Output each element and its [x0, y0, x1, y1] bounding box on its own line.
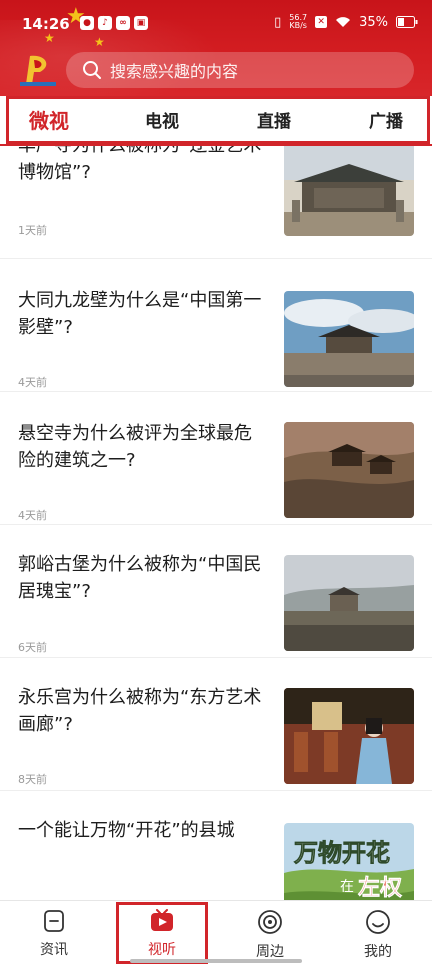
thumbnail-caption-2: 在	[340, 879, 354, 895]
hanging-temple-thumbnail[interactable]	[284, 422, 414, 518]
search-bar[interactable]: 搜索感兴趣的内容	[66, 52, 414, 88]
wifi-icon	[336, 17, 351, 27]
home-indicator[interactable]	[130, 959, 302, 963]
article-title[interactable]: 大同九龙壁为什么是“中国第一影壁”?	[18, 287, 266, 341]
article-title[interactable]: 华严寺为什么被称为“辽金艺术博物馆”?	[18, 146, 266, 186]
nearby-target-icon	[258, 910, 282, 934]
tab-live[interactable]: 直播	[257, 107, 291, 132]
article-title[interactable]: 悬空寺为什么被评为全球最危险的建筑之一?	[18, 420, 266, 474]
castle-thumbnail[interactable]	[284, 555, 414, 651]
net-speed-unit: KB/s	[289, 21, 307, 30]
article-time: 4天前	[18, 509, 47, 522]
thumbnail-caption-1: 万物开花	[294, 838, 390, 867]
smile-profile-icon	[366, 910, 390, 934]
nav-nearby[interactable]: 周边	[230, 909, 310, 961]
tab-radio[interactable]: 广播	[369, 107, 403, 132]
nav-label: 资讯	[40, 942, 68, 958]
vibrate-icon: ▯	[274, 14, 282, 30]
article-time: 8天前	[18, 773, 47, 786]
link-icon: ∞	[116, 16, 130, 30]
article-time: 4天前	[18, 376, 47, 389]
app-logo[interactable]	[16, 54, 60, 88]
tiktok-icon: ♪	[98, 16, 112, 30]
article-title[interactable]: 郭峪古堡为什么被称为“中国民居瑰宝”?	[18, 551, 266, 605]
article-title[interactable]: 永乐宫为什么被称为“东方艺术画廊”?	[18, 684, 266, 738]
nav-label: 我的	[364, 944, 392, 960]
list-item[interactable]: 一个能让万物“开花”的县城 万物开花 在 左权	[0, 791, 432, 900]
network-speed: 56.7 KB/s	[289, 14, 307, 30]
thumbnail-caption-3: 左权	[358, 875, 403, 900]
app-header: ★ ★ ★ ★ 14:26 ● ♪ ∞ ▣ ▯ 56.7 KB/s ✕ 35%	[0, 0, 432, 96]
search-placeholder: 搜索感兴趣的内容	[110, 62, 239, 81]
list-item[interactable]: 华严寺为什么被称为“辽金艺术博物馆”? 1天前	[0, 146, 432, 259]
battery-percent: 35%	[359, 14, 388, 30]
list-item[interactable]: 永乐宫为什么被称为“东方艺术画廊”? 8天前	[0, 658, 432, 791]
channel-tabs: 微视 电视 直播 广播	[6, 96, 430, 144]
status-right: ▯ 56.7 KB/s ✕ 35%	[274, 14, 418, 30]
no-sim-icon: ✕	[315, 16, 328, 28]
search-icon	[83, 61, 101, 79]
list-item[interactable]: 大同九龙壁为什么是“中国第一影壁”? 4天前	[0, 259, 432, 392]
article-title[interactable]: 一个能让万物“开花”的县城	[18, 817, 266, 844]
news-icon	[44, 910, 64, 932]
status-bar: 14:26 ● ♪ ∞ ▣ ▯ 56.7 KB/s ✕ 35%	[0, 0, 432, 50]
status-time: 14:26	[22, 15, 70, 33]
box-icon: ▣	[134, 16, 148, 30]
app-notification-icon: ●	[80, 16, 94, 30]
tab-weishi[interactable]: 微视	[29, 105, 69, 134]
tab-tv[interactable]: 电视	[145, 107, 179, 132]
article-list[interactable]: 华严寺为什么被称为“辽金艺术博物馆”? 1天前 大同九龙壁为什么是“中国第一影壁…	[0, 146, 432, 900]
bottom-navigation: 资讯 视听 周边 我的	[0, 900, 432, 964]
nav-news[interactable]: 资讯	[14, 909, 94, 959]
temple-thumbnail[interactable]	[284, 146, 414, 236]
gate-tower-thumbnail[interactable]	[284, 291, 414, 387]
notification-icons: ● ♪ ∞ ▣	[80, 16, 148, 30]
palace-guide-thumbnail[interactable]	[284, 688, 414, 784]
county-flowers-thumbnail[interactable]: 万物开花 在 左权	[284, 823, 414, 900]
article-time: 1天前	[18, 224, 47, 237]
article-time: 6天前	[18, 641, 47, 654]
list-item[interactable]: 悬空寺为什么被评为全球最危险的建筑之一? 4天前	[0, 392, 432, 525]
battery-icon	[396, 16, 418, 28]
list-item[interactable]: 郭峪古堡为什么被称为“中国民居瑰宝”? 6天前	[0, 525, 432, 658]
nav-profile[interactable]: 我的	[338, 909, 418, 961]
nav-label: 周边	[256, 944, 284, 960]
nav-highlight-frame	[116, 902, 208, 964]
